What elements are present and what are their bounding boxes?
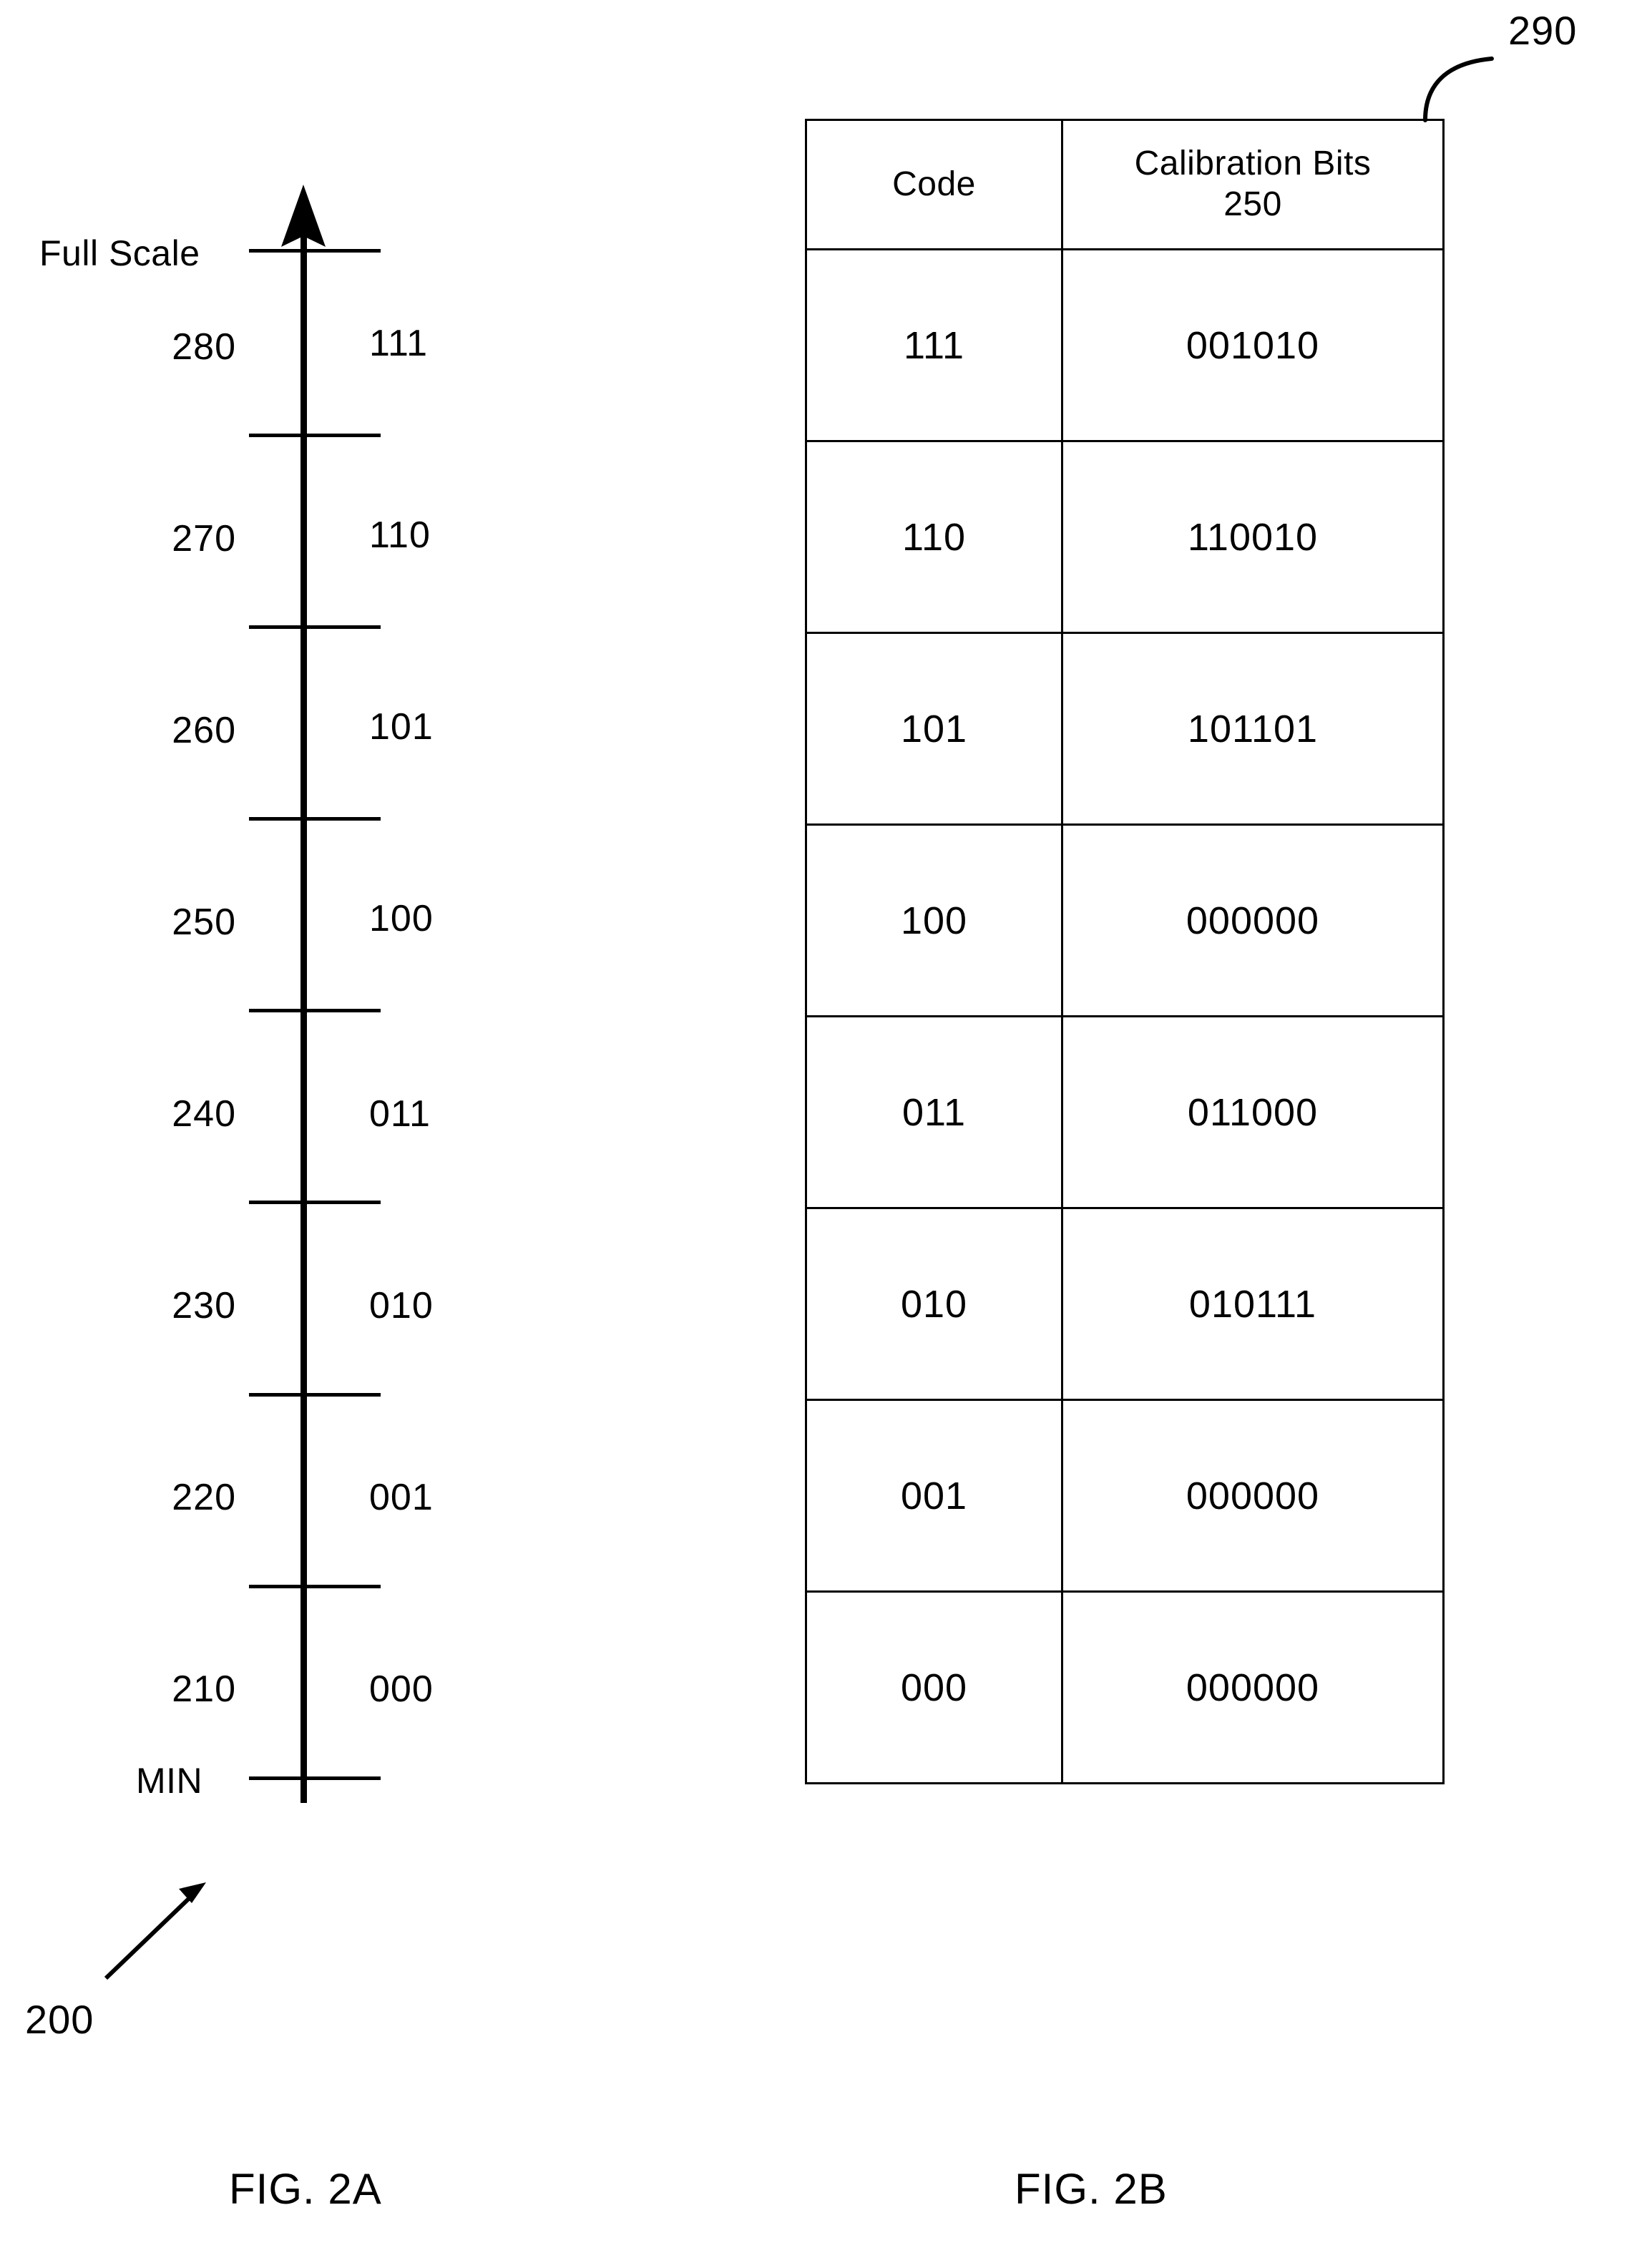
segment-code-011: 011 <box>369 1093 431 1135</box>
segment-code-010: 010 <box>369 1285 434 1326</box>
cell-bits: 011000 <box>1061 1015 1445 1209</box>
cell-code: 011 <box>805 1015 1063 1209</box>
full-scale-label: Full Scale <box>39 233 200 273</box>
cell-code: 000 <box>805 1590 1063 1784</box>
cell-code: 101 <box>805 632 1063 826</box>
cell-code: 010 <box>805 1207 1063 1401</box>
segment-code-110: 110 <box>369 514 431 556</box>
patent-figure-page: Full Scale MIN 280 270 260 250 240 230 2… <box>0 0 1642 2268</box>
cell-bits: 000000 <box>1061 1590 1445 1784</box>
tick-250-240 <box>249 1009 381 1012</box>
cell-code: 001 <box>805 1399 1063 1593</box>
table-row: 001 000000 <box>805 1399 1445 1593</box>
cell-bits: 101101 <box>1061 632 1445 826</box>
segment-ref-230: 230 <box>172 1285 236 1326</box>
table-row: 011 011000 <box>805 1015 1445 1209</box>
segment-ref-280: 280 <box>172 326 236 368</box>
figure-2a: Full Scale MIN 280 270 260 250 240 230 2… <box>0 0 744 2268</box>
segment-ref-220: 220 <box>172 1477 236 1518</box>
segment-ref-210: 210 <box>172 1668 236 1710</box>
table-row: 010 010111 <box>805 1207 1445 1401</box>
calibration-bits-table: Code Calibration Bits 250 111 001010 110… <box>805 119 1445 1784</box>
tick-260-250 <box>249 817 381 821</box>
figure-2b: Code Calibration Bits 250 111 001010 110… <box>780 100 1467 1832</box>
segment-code-111: 111 <box>369 323 429 364</box>
segment-code-000: 000 <box>369 1668 434 1710</box>
cell-code: 100 <box>805 823 1063 1017</box>
cell-bits: 110010 <box>1061 440 1445 634</box>
segment-code-100: 100 <box>369 898 434 939</box>
tick-240-230 <box>249 1201 381 1204</box>
tick-full-scale <box>249 249 381 253</box>
cell-bits: 001010 <box>1061 248 1445 442</box>
header-calibration-bits-ref: 250 <box>1223 185 1282 223</box>
tick-280-270 <box>249 434 381 437</box>
table-header-row: Code Calibration Bits 250 <box>805 119 1445 250</box>
figure-2a-caption: FIG. 2A <box>229 2165 382 2213</box>
table-row: 110 110010 <box>805 440 1445 634</box>
figure-200-reference-numeral: 200 <box>25 1997 94 2042</box>
segment-ref-250: 250 <box>172 901 236 943</box>
table-row: 100 000000 <box>805 823 1445 1017</box>
cell-bits: 000000 <box>1061 1399 1445 1593</box>
figure-200-leader-arrowhead <box>179 1882 206 1903</box>
cell-code: 111 <box>805 248 1063 442</box>
segment-code-101: 101 <box>369 706 434 748</box>
tick-220-210 <box>249 1585 381 1588</box>
tick-230-220 <box>249 1393 381 1397</box>
header-calibration-bits-title: Calibration Bits <box>1134 145 1372 183</box>
figure-200-leader-line <box>104 1890 197 1980</box>
figure-2b-caption: FIG. 2B <box>1015 2165 1168 2213</box>
tick-270-260 <box>249 625 381 629</box>
figure-290-reference-numeral: 290 <box>1508 8 1578 53</box>
cell-bits: 000000 <box>1061 823 1445 1017</box>
table-row: 101 101101 <box>805 632 1445 826</box>
table-row: 111 001010 <box>805 248 1445 442</box>
segment-code-001: 001 <box>369 1477 434 1518</box>
header-cell-calibration-bits: Calibration Bits 250 <box>1061 119 1445 250</box>
segment-ref-270: 270 <box>172 518 236 559</box>
segment-ref-260: 260 <box>172 710 236 751</box>
header-cell-code: Code <box>805 119 1063 250</box>
min-label: MIN <box>136 1761 203 1801</box>
cell-code: 110 <box>805 440 1063 634</box>
table-row: 000 000000 <box>805 1590 1445 1784</box>
tick-min <box>249 1776 381 1780</box>
segment-ref-240: 240 <box>172 1093 236 1135</box>
cell-bits: 010111 <box>1061 1207 1445 1401</box>
